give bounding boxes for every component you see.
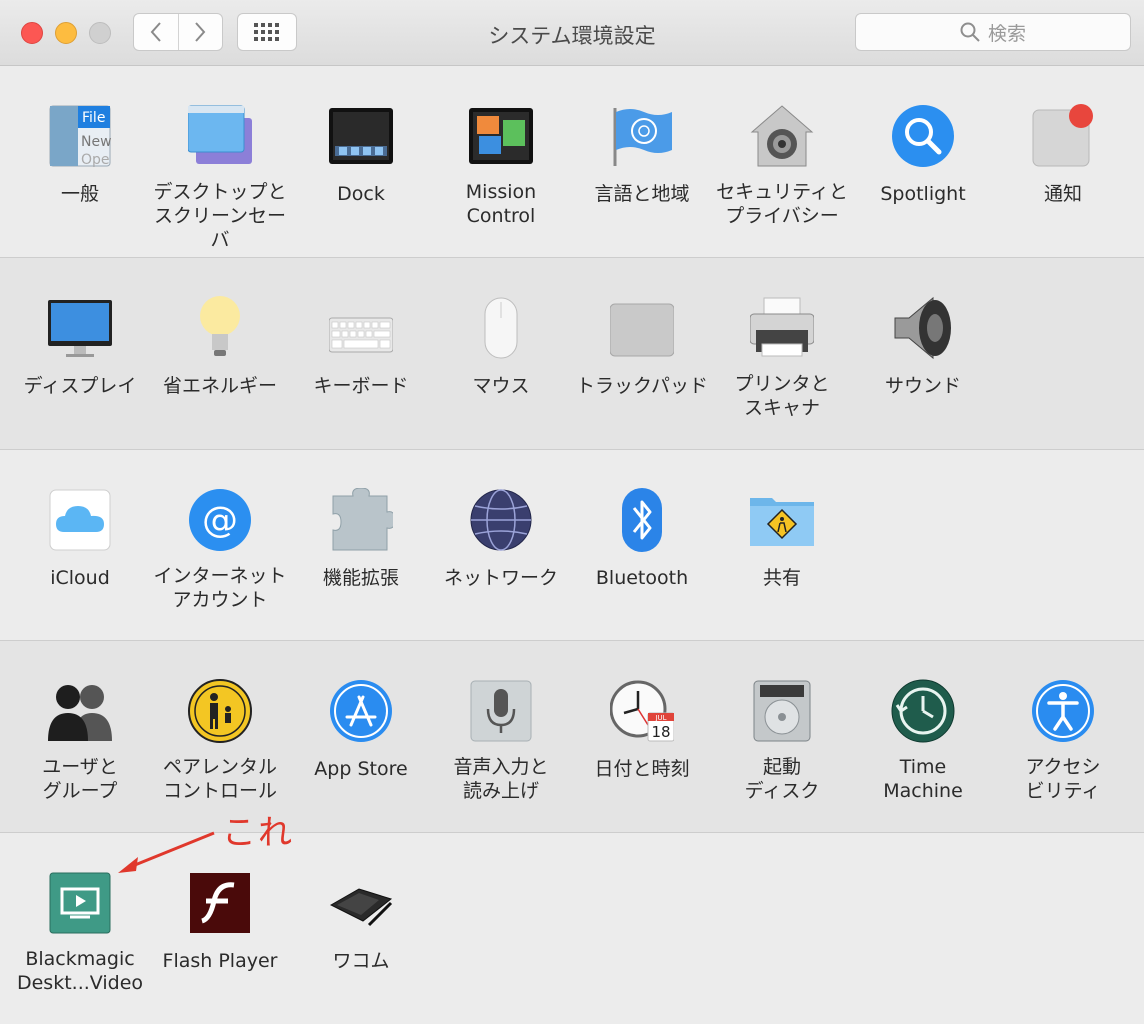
calendar-month: JUL bbox=[654, 714, 666, 722]
notifications-icon bbox=[1032, 104, 1093, 167]
search-icon bbox=[960, 22, 980, 42]
printer-icon bbox=[750, 297, 814, 357]
pref-label: ネットワーク bbox=[443, 567, 558, 589]
section-personal: File New Ope 一般 デスクトップと スクリーンセーバ Dock Mi… bbox=[0, 66, 1144, 258]
pref-label: ディスプレイ bbox=[23, 375, 137, 397]
pref-label: 一般 bbox=[60, 183, 99, 205]
calendar-day: 18 bbox=[651, 723, 670, 741]
clock-calendar-icon: JUL 18 bbox=[610, 680, 674, 742]
annotation-arrow-icon bbox=[118, 831, 215, 873]
app-store-icon bbox=[330, 680, 392, 742]
pref-label: トラックパッド bbox=[575, 375, 709, 397]
pref-label: Bluetooth bbox=[595, 567, 689, 589]
pref-label: 起動 ディスク bbox=[744, 756, 820, 802]
pref-label: 言語と地域 bbox=[594, 183, 690, 205]
pref-label: ワコム bbox=[332, 950, 390, 972]
pref-label: マウス bbox=[472, 375, 530, 397]
nav-buttons bbox=[133, 13, 223, 51]
pref-label: キーボード bbox=[313, 375, 409, 397]
globe-network-icon bbox=[470, 489, 532, 551]
flash-icon bbox=[190, 873, 250, 933]
time-machine-icon bbox=[891, 679, 955, 743]
pref-label: プリンタと スキャナ bbox=[734, 373, 830, 419]
pref-label: ペアレンタル コントロール bbox=[162, 756, 277, 802]
pref-label: Blackmagic Deskt...Video bbox=[16, 948, 144, 994]
chevron-left-icon bbox=[150, 22, 161, 42]
tablet-icon bbox=[329, 888, 393, 927]
lightbulb-icon bbox=[200, 296, 240, 356]
monitor-icon bbox=[48, 300, 112, 357]
bluetooth-icon bbox=[622, 488, 662, 552]
search-placeholder: 検索 bbox=[987, 22, 1026, 45]
users-icon bbox=[48, 685, 112, 741]
trackpad-icon bbox=[610, 303, 674, 357]
pref-label: インターネット アカウント bbox=[153, 565, 287, 611]
parental-icon bbox=[188, 679, 252, 743]
section-system: ユーザと グループ ペアレンタル コントロール App Store 音声入力と … bbox=[0, 641, 1144, 833]
pref-label: 音声入力と 読み上げ bbox=[453, 756, 549, 802]
keyboard-icon bbox=[329, 317, 393, 353]
section-hardware: ディスプレイ 省エネルギー キーボード マウス トラックパッド プリンタと スキ… bbox=[0, 258, 1144, 450]
section-internet: iCloud @ インターネット アカウント 機能拡張 ネットワーク Bluet… bbox=[0, 450, 1144, 641]
minimize-button[interactable] bbox=[55, 22, 77, 44]
dock-icon bbox=[329, 108, 393, 164]
hard-disk-icon bbox=[753, 680, 811, 742]
mission-control-icon bbox=[469, 108, 533, 164]
pref-label: Spotlight bbox=[880, 183, 966, 205]
magnifier-icon bbox=[892, 105, 954, 167]
grid-icon bbox=[254, 23, 279, 41]
pref-label: ユーザと グループ bbox=[42, 756, 118, 802]
accessibility-icon bbox=[1032, 680, 1094, 742]
pref-label: Flash Player bbox=[162, 950, 278, 972]
pref-label: iCloud bbox=[50, 567, 110, 589]
pref-label: 機能拡張 bbox=[322, 567, 399, 589]
pref-label: 省エネルギー bbox=[162, 375, 277, 397]
pref-label: 通知 bbox=[1043, 183, 1082, 205]
cloud-icon bbox=[49, 489, 111, 551]
show-all-button[interactable] bbox=[237, 13, 297, 51]
pref-label: アクセシ ビリティ bbox=[1025, 756, 1101, 802]
blackmagic-icon bbox=[49, 872, 111, 934]
close-button[interactable] bbox=[21, 22, 43, 44]
shared-folder-icon bbox=[750, 498, 814, 546]
general-icon: File New Ope bbox=[49, 105, 112, 168]
annotation-text: これ bbox=[222, 813, 294, 853]
security-house-icon bbox=[750, 105, 814, 167]
back-button[interactable] bbox=[134, 14, 178, 50]
chevron-right-icon bbox=[195, 22, 206, 42]
microphone-icon bbox=[470, 680, 532, 742]
pref-label: 共有 bbox=[762, 567, 801, 589]
search-field[interactable]: 検索 bbox=[855, 13, 1131, 51]
pref-label: 日付と時刻 bbox=[594, 758, 690, 780]
pref-label: サウンド bbox=[884, 375, 961, 397]
forward-button[interactable] bbox=[177, 14, 222, 50]
system-preferences-window: システム環境設定 検索 File New Ope 一般 デスクトップと スクリー… bbox=[0, 0, 1144, 1024]
speaker-icon bbox=[894, 296, 951, 360]
pref-label: Time Machine bbox=[883, 756, 963, 802]
pref-label: Mission Control bbox=[465, 181, 537, 227]
general-icon-file: File bbox=[82, 110, 105, 126]
mouse-icon bbox=[484, 297, 518, 359]
svg-text:@: @ bbox=[202, 500, 238, 541]
general-icon-open: Ope bbox=[81, 152, 110, 168]
at-sign-icon: @ bbox=[189, 489, 251, 551]
pref-label: Dock bbox=[337, 183, 385, 205]
pref-label: デスクトップと スクリーンセーバ bbox=[153, 181, 287, 251]
general-icon-new: New bbox=[81, 134, 112, 150]
pref-label: App Store bbox=[314, 758, 408, 780]
pref-label: セキュリティと プライバシー bbox=[716, 181, 848, 227]
flag-icon bbox=[613, 108, 672, 166]
puzzle-icon bbox=[332, 488, 393, 551]
toolbar: システム環境設定 検索 bbox=[0, 0, 1144, 66]
zoom-button[interactable] bbox=[89, 22, 111, 44]
desktop-screensaver-icon bbox=[188, 105, 252, 164]
section-other: Blackmagic Deskt...Video Flash Player ワコ… bbox=[0, 813, 1144, 1024]
